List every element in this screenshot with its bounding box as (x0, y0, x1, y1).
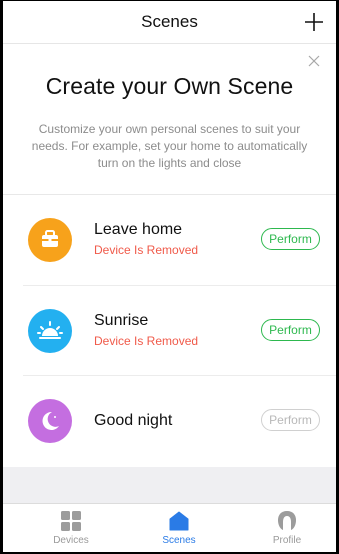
plus-icon[interactable] (300, 8, 328, 36)
empty-area (3, 467, 336, 505)
scene-status: Device Is Removed (94, 243, 199, 257)
perform-button[interactable]: Perform (261, 409, 320, 431)
tab-scenes[interactable]: Scenes (139, 504, 219, 552)
tab-label: Scenes (162, 535, 196, 546)
scene-name: Good night (94, 412, 173, 429)
tab-profile[interactable]: Profile (247, 504, 327, 552)
page-title: Scenes (141, 12, 198, 31)
scene-row-good-night[interactable]: Good night Perform (3, 376, 336, 466)
tab-devices[interactable]: Devices (31, 504, 111, 552)
home-icon (168, 510, 190, 532)
create-scene-headline: Create your Own Scene (45, 73, 294, 99)
scene-name: Leave home (94, 221, 183, 238)
profile-icon (276, 510, 298, 532)
scene-name: Sunrise (94, 312, 149, 329)
scene-row-sunrise[interactable]: Sunrise Device Is Removed Perform (3, 286, 336, 376)
moon-icon (28, 399, 72, 443)
navigation-bar: Scenes (3, 1, 336, 44)
scene-row-leave-home[interactable]: Leave home Device Is Removed Perform (3, 195, 336, 285)
tab-label: Devices (53, 535, 89, 546)
perform-button[interactable]: Perform (261, 228, 320, 250)
app-screen: Scenes Create your Own Scene Customize y… (0, 0, 339, 554)
close-icon[interactable] (306, 53, 322, 69)
scene-status: Device Is Removed (94, 334, 199, 348)
sunrise-icon (28, 309, 72, 353)
tab-bar: Devices Scenes Profile (3, 503, 336, 552)
perform-button[interactable]: Perform (261, 319, 320, 341)
tab-label: Profile (272, 535, 302, 546)
toolbox-icon (28, 218, 72, 262)
grid-icon (60, 510, 82, 532)
create-scene-description: Customize your own personal scenes to su… (31, 122, 308, 170)
